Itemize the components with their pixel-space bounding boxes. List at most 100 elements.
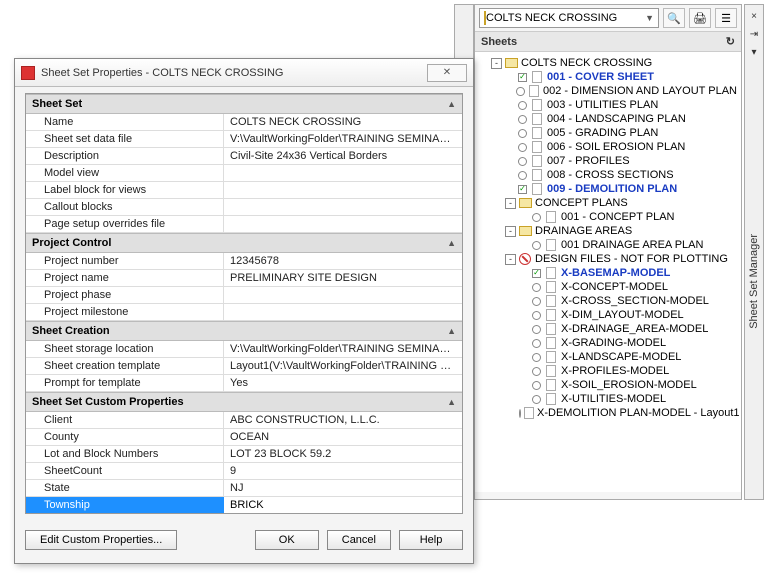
property-row[interactable]: Lot and Block NumbersLOT 23 BLOCK 59.2 [26, 446, 462, 463]
property-row[interactable]: StateNJ [26, 480, 462, 497]
property-row[interactable]: Project phase [26, 287, 462, 304]
property-value[interactable] [224, 304, 462, 320]
property-value[interactable]: Layout1(V:\VaultWorkingFolder\TRAINING S… [224, 358, 462, 374]
tree-item[interactable]: X-CONCEPT-MODEL [481, 280, 737, 294]
collapse-icon[interactable]: ▲ [447, 238, 456, 248]
collapse-icon[interactable]: ▲ [447, 326, 456, 336]
property-value[interactable]: Civil-Site 24x36 Vertical Borders [224, 148, 462, 164]
property-value[interactable] [224, 287, 462, 303]
property-row[interactable]: NameCOLTS NECK CROSSING [26, 114, 462, 131]
sheet-tree[interactable]: -COLTS NECK CROSSING✓001 - COVER SHEET00… [475, 52, 741, 492]
section-header[interactable]: Sheet Set Custom Properties▲ [26, 392, 462, 412]
property-row[interactable]: SheetCount9 [26, 463, 462, 480]
property-value[interactable]: PRELIMINARY SITE DESIGN [224, 270, 462, 286]
property-row[interactable]: Label block for views [26, 182, 462, 199]
tree-item[interactable]: ✓009 - DEMOLITION PLAN [481, 182, 737, 196]
tree-item[interactable]: X-LANDSCAPE-MODEL [481, 350, 737, 364]
property-row[interactable]: TownshipBRICK [26, 497, 462, 513]
property-row[interactable]: Page setup overrides file [26, 216, 462, 233]
expand-toggle-icon[interactable]: - [505, 254, 516, 265]
property-row[interactable]: Sheet set data fileV:\VaultWorkingFolder… [26, 131, 462, 148]
expand-toggle-icon[interactable]: - [491, 58, 502, 69]
property-value[interactable]: V:\VaultWorkingFolder\TRAINING SEMINAR S… [224, 341, 462, 357]
tree-item[interactable]: 002 - DIMENSION AND LAYOUT PLAN [481, 84, 737, 98]
dialog-title-bar[interactable]: Sheet Set Properties - COLTS NECK CROSSI… [15, 59, 473, 87]
property-value[interactable]: 12345678 [224, 253, 462, 269]
tree-item[interactable]: X-DRAINAGE_AREA-MODEL [481, 322, 737, 336]
property-value[interactable]: BRICK [224, 497, 462, 513]
tree-item[interactable]: 007 - PROFILES [481, 154, 737, 168]
property-value[interactable]: COLTS NECK CROSSING [224, 114, 462, 130]
close-icon[interactable]: × [747, 9, 761, 23]
property-row[interactable]: Project milestone [26, 304, 462, 321]
tree-item[interactable]: 001 - CONCEPT PLAN [481, 210, 737, 224]
tree-item[interactable]: 004 - LANDSCAPING PLAN [481, 112, 737, 126]
sheet-set-dropdown[interactable]: COLTS NECK CROSSING ▼ [479, 8, 659, 28]
sheet-icon [528, 85, 540, 97]
expand-toggle-icon[interactable]: - [505, 198, 516, 209]
tree-item[interactable]: -DESIGN FILES - NOT FOR PLOTTING [481, 252, 737, 266]
tree-item[interactable]: ✓X-BASEMAP-MODEL [481, 266, 737, 280]
property-value[interactable] [224, 165, 462, 181]
help-button[interactable]: Help [399, 530, 463, 550]
section-header[interactable]: Project Control▲ [26, 233, 462, 253]
property-value[interactable] [224, 199, 462, 215]
property-value[interactable]: Yes [224, 375, 462, 391]
tree-item[interactable]: 001 DRAINAGE AREA PLAN [481, 238, 737, 252]
tree-item[interactable]: X-DEMOLITION PLAN-MODEL - Layout1 [481, 406, 737, 420]
dialog-close-button[interactable]: ✕ [427, 64, 467, 82]
tree-item[interactable]: -DRAINAGE AREAS [481, 224, 737, 238]
tree-item[interactable]: X-UTILITIES-MODEL [481, 392, 737, 406]
section-header[interactable]: Sheet Creation▲ [26, 321, 462, 341]
tree-item[interactable]: 005 - GRADING PLAN [481, 126, 737, 140]
tree-item[interactable]: -COLTS NECK CROSSING [481, 56, 737, 70]
property-value[interactable]: OCEAN [224, 429, 462, 445]
ok-button[interactable]: OK [255, 530, 319, 550]
property-value[interactable]: 9 [224, 463, 462, 479]
property-value[interactable] [224, 182, 462, 198]
pin-icon[interactable]: ⇥ [747, 27, 761, 41]
property-row[interactable]: Sheet creation templateLayout1(V:\VaultW… [26, 358, 462, 375]
tree-item[interactable]: X-SOIL_EROSION-MODEL [481, 378, 737, 392]
collapse-icon[interactable]: ▲ [447, 99, 456, 109]
collapse-icon[interactable]: ▲ [447, 397, 456, 407]
expand-toggle-icon[interactable]: - [505, 226, 516, 237]
property-value[interactable]: LOT 23 BLOCK 59.2 [224, 446, 462, 462]
property-value[interactable] [224, 216, 462, 232]
property-value[interactable]: ABC CONSTRUCTION, L.L.C. [224, 412, 462, 428]
property-value[interactable]: V:\VaultWorkingFolder\TRAINING SEMINAR S… [224, 131, 462, 147]
radio-icon [532, 325, 541, 334]
property-row[interactable]: Project number12345678 [26, 253, 462, 270]
property-row[interactable]: ClientABC CONSTRUCTION, L.L.C. [26, 412, 462, 429]
tree-item[interactable]: 003 - UTILITIES PLAN [481, 98, 737, 112]
property-row[interactable]: CountyOCEAN [26, 429, 462, 446]
property-grid[interactable]: Sheet Set▲NameCOLTS NECK CROSSINGSheet s… [25, 93, 463, 514]
cancel-button[interactable]: Cancel [327, 530, 391, 550]
property-value[interactable]: NJ [224, 480, 462, 496]
tree-item[interactable]: ✓001 - COVER SHEET [481, 70, 737, 84]
tree-item[interactable]: 008 - CROSS SECTIONS [481, 168, 737, 182]
ssm-tool-options-icon[interactable]: ☰ [715, 8, 737, 28]
property-row[interactable]: Model view [26, 165, 462, 182]
tree-item[interactable]: X-GRADING-MODEL [481, 336, 737, 350]
property-row[interactable]: Callout blocks [26, 199, 462, 216]
property-key: Prompt for template [26, 375, 224, 391]
tree-item-label: 009 - DEMOLITION PLAN [547, 183, 677, 195]
section-header[interactable]: Sheet Set▲ [26, 94, 462, 114]
property-key: Sheet set data file [26, 131, 224, 147]
property-row[interactable]: Prompt for templateYes [26, 375, 462, 392]
tree-item[interactable]: X-DIM_LAYOUT-MODEL [481, 308, 737, 322]
ssm-tool-publish-icon[interactable]: 🖨 [689, 8, 711, 28]
menu-icon[interactable]: ▾ [747, 45, 761, 59]
property-row[interactable]: DescriptionCivil-Site 24x36 Vertical Bor… [26, 148, 462, 165]
tree-item[interactable]: 006 - SOIL EROSION PLAN [481, 140, 737, 154]
tree-item[interactable]: X-CROSS_SECTION-MODEL [481, 294, 737, 308]
property-row[interactable]: Sheet storage locationV:\VaultWorkingFol… [26, 341, 462, 358]
property-row[interactable]: Project namePRELIMINARY SITE DESIGN [26, 270, 462, 287]
refresh-icon[interactable]: ↻ [726, 35, 735, 48]
edit-custom-properties-button[interactable]: Edit Custom Properties... [25, 530, 177, 550]
ssm-tool-refresh-icon[interactable]: 🔍 [663, 8, 685, 28]
property-key: Client [26, 412, 224, 428]
tree-item[interactable]: -CONCEPT PLANS [481, 196, 737, 210]
tree-item[interactable]: X-PROFILES-MODEL [481, 364, 737, 378]
